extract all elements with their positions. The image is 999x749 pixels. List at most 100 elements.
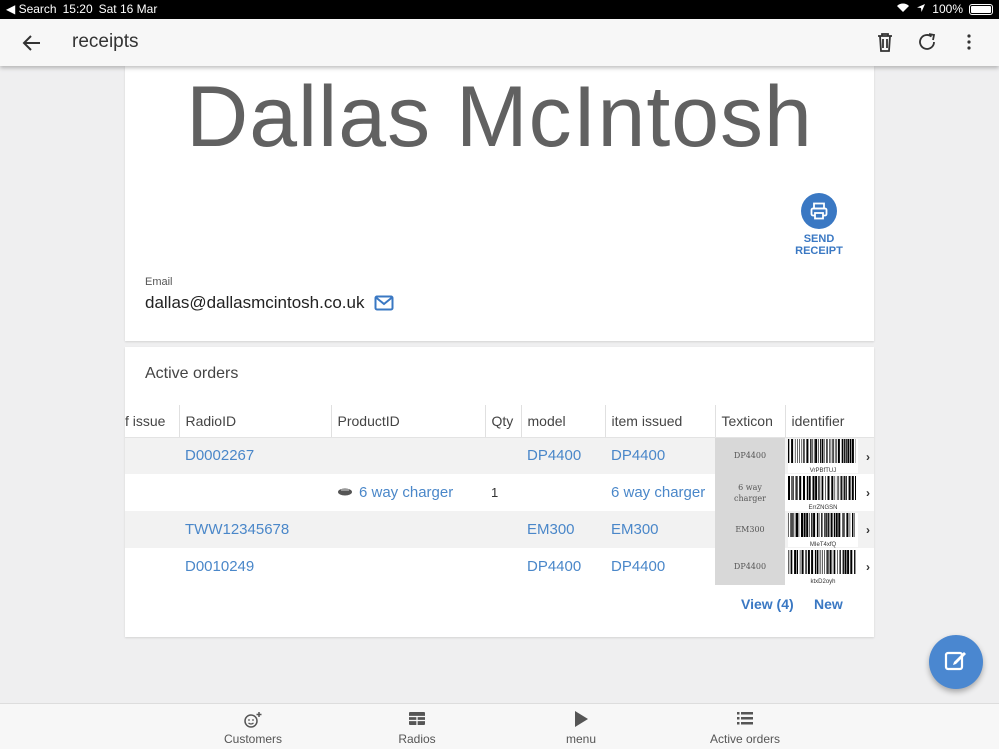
battery-percent: 100% bbox=[932, 2, 963, 16]
barcode-bars bbox=[788, 439, 857, 464]
cell-model[interactable]: DP4400 bbox=[521, 437, 605, 474]
customer-card: Dallas McIntosh SEND RECEIPT Email dalla… bbox=[125, 66, 874, 341]
cell-item-issued[interactable]: EM300 bbox=[605, 511, 715, 548]
wifi-icon bbox=[896, 2, 910, 16]
col-model[interactable]: model bbox=[521, 405, 606, 438]
chevron-right-icon[interactable]: › bbox=[866, 486, 870, 500]
cell-texticon: 6 way charger bbox=[715, 474, 785, 511]
charger-icon bbox=[337, 484, 353, 501]
product-id-link[interactable]: 6 way charger bbox=[359, 484, 453, 501]
printer-icon bbox=[801, 193, 837, 229]
nav-active-orders[interactable]: Active orders bbox=[685, 710, 805, 746]
cell-identifier[interactable]: MIeT4xfQ › bbox=[785, 511, 874, 548]
chevron-right-icon[interactable]: › bbox=[866, 560, 870, 574]
table-row[interactable]: 6 way charger 1 6 way charger 6 way char… bbox=[125, 474, 874, 511]
cell-issue bbox=[125, 511, 179, 548]
cell-identifier[interactable]: VrPBfTUJ › bbox=[785, 437, 874, 474]
col-texticon[interactable]: Texticon bbox=[715, 405, 786, 438]
cell-product-id bbox=[331, 437, 485, 474]
cell-product-id bbox=[331, 511, 485, 548]
cell-qty bbox=[485, 511, 521, 548]
col-item-issued[interactable]: item issued bbox=[605, 405, 716, 438]
chevron-right-icon[interactable]: › bbox=[866, 450, 870, 464]
cell-identifier[interactable]: ErrZNGSN › bbox=[785, 474, 874, 511]
cell-item-issued[interactable]: DP4400 bbox=[605, 548, 715, 585]
radios-icon bbox=[357, 710, 477, 728]
edit-icon bbox=[943, 647, 969, 678]
cell-model[interactable]: EM300 bbox=[521, 511, 605, 548]
cell-qty bbox=[485, 548, 521, 585]
nav-label: menu bbox=[565, 732, 597, 746]
customer-name: Dallas McIntosh bbox=[186, 69, 813, 165]
cell-issue bbox=[125, 437, 179, 474]
back-app-label: Search bbox=[18, 2, 57, 16]
barcode-code: ktxD2oyh bbox=[810, 579, 836, 585]
nav-label: Active orders bbox=[709, 732, 781, 746]
battery-icon bbox=[969, 3, 993, 15]
table-row[interactable]: TWW12345678 EM300 EM300 EM300 MIeT4xfQ › bbox=[125, 511, 874, 548]
cell-model[interactable]: DP4400 bbox=[521, 548, 605, 585]
barcode-bars bbox=[788, 550, 856, 574]
mail-icon[interactable] bbox=[374, 295, 394, 311]
cell-issue bbox=[125, 474, 179, 511]
col-product-id[interactable]: ProductID bbox=[331, 405, 486, 438]
barcode-bars bbox=[788, 513, 855, 537]
cell-qty: 1 bbox=[491, 485, 499, 500]
page-title: receipts bbox=[72, 31, 139, 52]
trash-icon[interactable] bbox=[873, 30, 897, 54]
back-arrow-icon[interactable] bbox=[20, 31, 44, 55]
col-qty[interactable]: Qty bbox=[485, 405, 522, 438]
barcode-bars bbox=[788, 476, 857, 500]
table-row[interactable]: D0002267 DP4400 DP4400 DP4400 VrPBfTUJ › bbox=[125, 437, 874, 474]
nav-radios[interactable]: Radios bbox=[357, 710, 477, 746]
barcode-image: MIeT4xfQ bbox=[788, 513, 858, 548]
email-value: dallas@dallasmcintosh.co.uk bbox=[145, 293, 365, 312]
cell-texticon: EM300 bbox=[715, 511, 785, 548]
send-receipt-label: SEND RECEIPT bbox=[795, 233, 843, 257]
cell-radio-id[interactable]: TWW12345678 bbox=[179, 511, 331, 548]
cell-texticon: DP4400 bbox=[715, 548, 785, 585]
orders-title: Active orders bbox=[145, 365, 239, 382]
cell-item-issued[interactable]: 6 way charger bbox=[605, 474, 715, 511]
cell-radio-id[interactable] bbox=[179, 474, 331, 511]
send-receipt-button[interactable]: SEND RECEIPT bbox=[789, 193, 849, 257]
cell-identifier[interactable]: ktxD2oyh › bbox=[785, 548, 874, 585]
col-radio-id[interactable]: RadioID bbox=[179, 405, 332, 438]
col-issue[interactable]: f issue bbox=[125, 405, 180, 438]
cell-qty bbox=[485, 437, 521, 474]
table-header: f issue RadioID ProductID Qty model item… bbox=[125, 405, 874, 438]
nav-customers[interactable]: Customers bbox=[193, 710, 313, 746]
status-bar: ◀ Search 15:20 Sat 16 Mar 100% bbox=[0, 0, 999, 19]
nav-label: Radios bbox=[398, 732, 436, 746]
cell-product-id[interactable]: 6 way charger bbox=[331, 474, 485, 511]
active-orders-card: Active orders f issue RadioID ProductID … bbox=[125, 347, 874, 637]
chevron-right-icon[interactable]: › bbox=[866, 523, 870, 537]
cell-item-issued[interactable]: DP4400 bbox=[605, 437, 715, 474]
edit-fab-button[interactable] bbox=[929, 635, 983, 689]
new-order-button[interactable]: New bbox=[814, 596, 843, 612]
cell-radio-id[interactable]: D0010249 bbox=[179, 548, 331, 585]
view-orders-button[interactable]: View (4) bbox=[741, 596, 794, 612]
app-bar: receipts bbox=[0, 19, 999, 66]
refresh-icon[interactable] bbox=[915, 30, 939, 54]
status-date: Sat 16 Mar bbox=[98, 2, 158, 16]
bottom-nav: Customers Radios menu Active orders bbox=[0, 703, 999, 749]
location-icon bbox=[916, 2, 926, 16]
back-to-app[interactable]: ◀ Search bbox=[6, 2, 57, 16]
email-label: Email bbox=[145, 276, 173, 288]
email-row: dallas@dallasmcintosh.co.uk bbox=[145, 293, 394, 313]
table-row[interactable]: D0010249 DP4400 DP4400 DP4400 ktxD2oyh › bbox=[125, 548, 874, 585]
texticon-text: 6 way charger bbox=[734, 482, 766, 503]
play-icon bbox=[521, 710, 641, 728]
barcode-image: ErrZNGSN bbox=[788, 476, 858, 511]
cell-model[interactable] bbox=[521, 474, 605, 511]
cell-radio-id[interactable]: D0002267 bbox=[179, 437, 331, 474]
col-identifier[interactable]: identifier bbox=[785, 405, 874, 438]
list-icon bbox=[685, 710, 805, 728]
barcode-image: VrPBfTUJ bbox=[788, 439, 858, 474]
orders-table: f issue RadioID ProductID Qty model item… bbox=[125, 405, 874, 585]
cell-texticon: DP4400 bbox=[715, 437, 785, 474]
status-time: 15:20 bbox=[62, 2, 93, 16]
nav-menu[interactable]: menu bbox=[521, 710, 641, 746]
more-vert-icon[interactable] bbox=[957, 30, 981, 54]
